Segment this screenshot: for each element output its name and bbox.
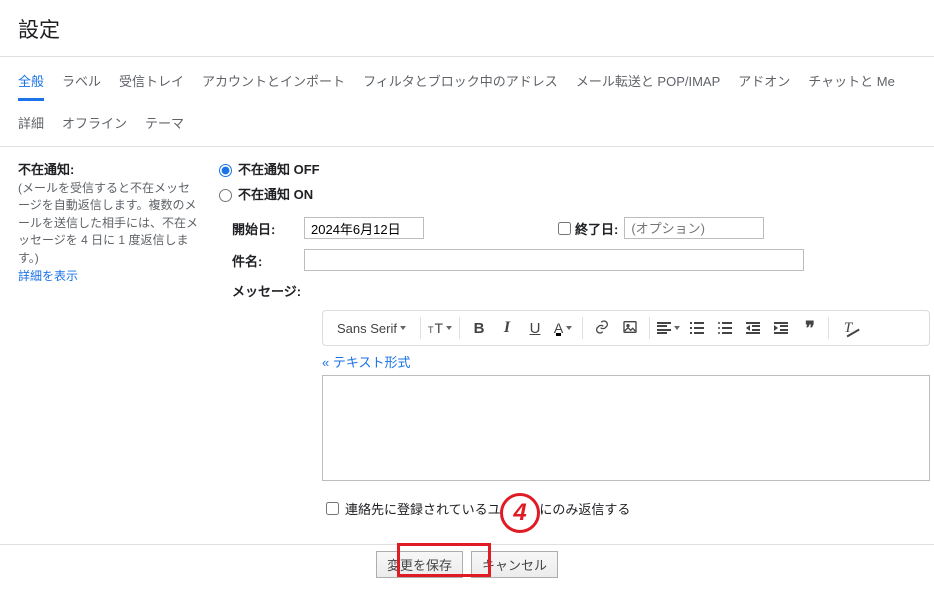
tab-general[interactable]: 全般 xyxy=(18,65,44,101)
subject-input[interactable] xyxy=(304,249,804,271)
blockquote-button[interactable]: ❞ xyxy=(796,315,822,341)
page-title: 設定 xyxy=(0,0,934,57)
indent-less-button[interactable] xyxy=(740,315,766,341)
message-label: メッセージ: xyxy=(232,281,304,300)
tab-accounts-import[interactable]: アカウントとインポート xyxy=(202,65,345,101)
image-icon xyxy=(622,319,638,338)
contacts-only-label: 連絡先に登録されているユーザーにのみ返信する xyxy=(345,499,630,518)
font-size-dropdown[interactable]: TT xyxy=(427,315,453,341)
vacation-on-radio[interactable] xyxy=(219,189,232,202)
quote-icon: ❞ xyxy=(805,319,813,337)
numbered-list-button[interactable] xyxy=(684,315,710,341)
align-dropdown[interactable] xyxy=(656,315,682,341)
align-icon xyxy=(657,322,671,334)
font-family-dropdown[interactable]: Sans Serif xyxy=(329,315,414,341)
vacation-section-desc: (メールを受信すると不在メッセージを自動返信します。複数のメールを送信した相手に… xyxy=(18,180,198,267)
bold-button[interactable]: B xyxy=(466,315,492,341)
end-date-checkbox[interactable] xyxy=(558,222,571,235)
end-date-label: 終了日: xyxy=(575,219,618,238)
link-icon xyxy=(594,319,610,338)
contacts-only-checkbox[interactable] xyxy=(326,502,339,515)
vacation-on-label: 不在通知 ON xyxy=(238,184,313,203)
settings-tabs: 全般 ラベル 受信トレイ アカウントとインポート フィルタとブロック中のアドレス… xyxy=(0,57,934,147)
plain-text-link[interactable]: テキスト形式 xyxy=(322,352,410,371)
underline-button[interactable]: U xyxy=(522,315,548,341)
footer-buttons: 変更を保存 キャンセル xyxy=(0,544,934,592)
cancel-button[interactable]: キャンセル xyxy=(471,551,558,578)
tab-chat-meet[interactable]: チャットと Me xyxy=(808,65,895,101)
clear-format-button[interactable]: T xyxy=(835,315,861,341)
tab-labels[interactable]: ラベル xyxy=(62,65,101,101)
tab-inbox[interactable]: 受信トレイ xyxy=(119,65,184,101)
indent-more-icon xyxy=(774,322,788,334)
bold-icon: B xyxy=(474,320,485,337)
tab-addons[interactable]: アドオン xyxy=(738,65,790,101)
vacation-details-link[interactable]: 詳細を表示 xyxy=(18,269,78,283)
clear-format-icon: T xyxy=(844,320,852,337)
tab-filters-block[interactable]: フィルタとブロック中のアドレス xyxy=(363,65,558,101)
text-color-icon: A xyxy=(554,320,563,336)
indent-more-button[interactable] xyxy=(768,315,794,341)
tab-advanced[interactable]: 詳細 xyxy=(18,107,44,140)
editor-toolbar: Sans Serif TT B I U A xyxy=(322,310,930,346)
bullet-list-button[interactable] xyxy=(712,315,738,341)
save-changes-button[interactable]: 変更を保存 xyxy=(376,551,463,578)
end-date-input[interactable] xyxy=(624,217,764,239)
bullet-list-icon xyxy=(718,322,732,334)
insert-link-button[interactable] xyxy=(589,315,615,341)
vacation-section-label: 不在通知: xyxy=(18,159,198,178)
message-textarea[interactable] xyxy=(322,375,930,481)
tab-forward-pop-imap[interactable]: メール転送と POP/IMAP xyxy=(576,65,720,101)
tab-themes[interactable]: テーマ xyxy=(145,107,184,140)
tab-offline[interactable]: オフライン xyxy=(62,107,127,140)
indent-less-icon xyxy=(746,322,760,334)
underline-icon: U xyxy=(530,320,541,337)
insert-image-button[interactable] xyxy=(617,315,643,341)
vacation-off-label: 不在通知 OFF xyxy=(238,159,320,178)
italic-icon: I xyxy=(504,319,510,337)
vacation-off-radio[interactable] xyxy=(219,164,232,177)
start-date-label: 開始日: xyxy=(232,219,304,238)
numbered-list-icon xyxy=(690,322,704,334)
subject-label: 件名: xyxy=(232,251,304,270)
text-color-dropdown[interactable]: A xyxy=(550,315,576,341)
start-date-input[interactable] xyxy=(304,217,424,239)
italic-button[interactable]: I xyxy=(494,315,520,341)
